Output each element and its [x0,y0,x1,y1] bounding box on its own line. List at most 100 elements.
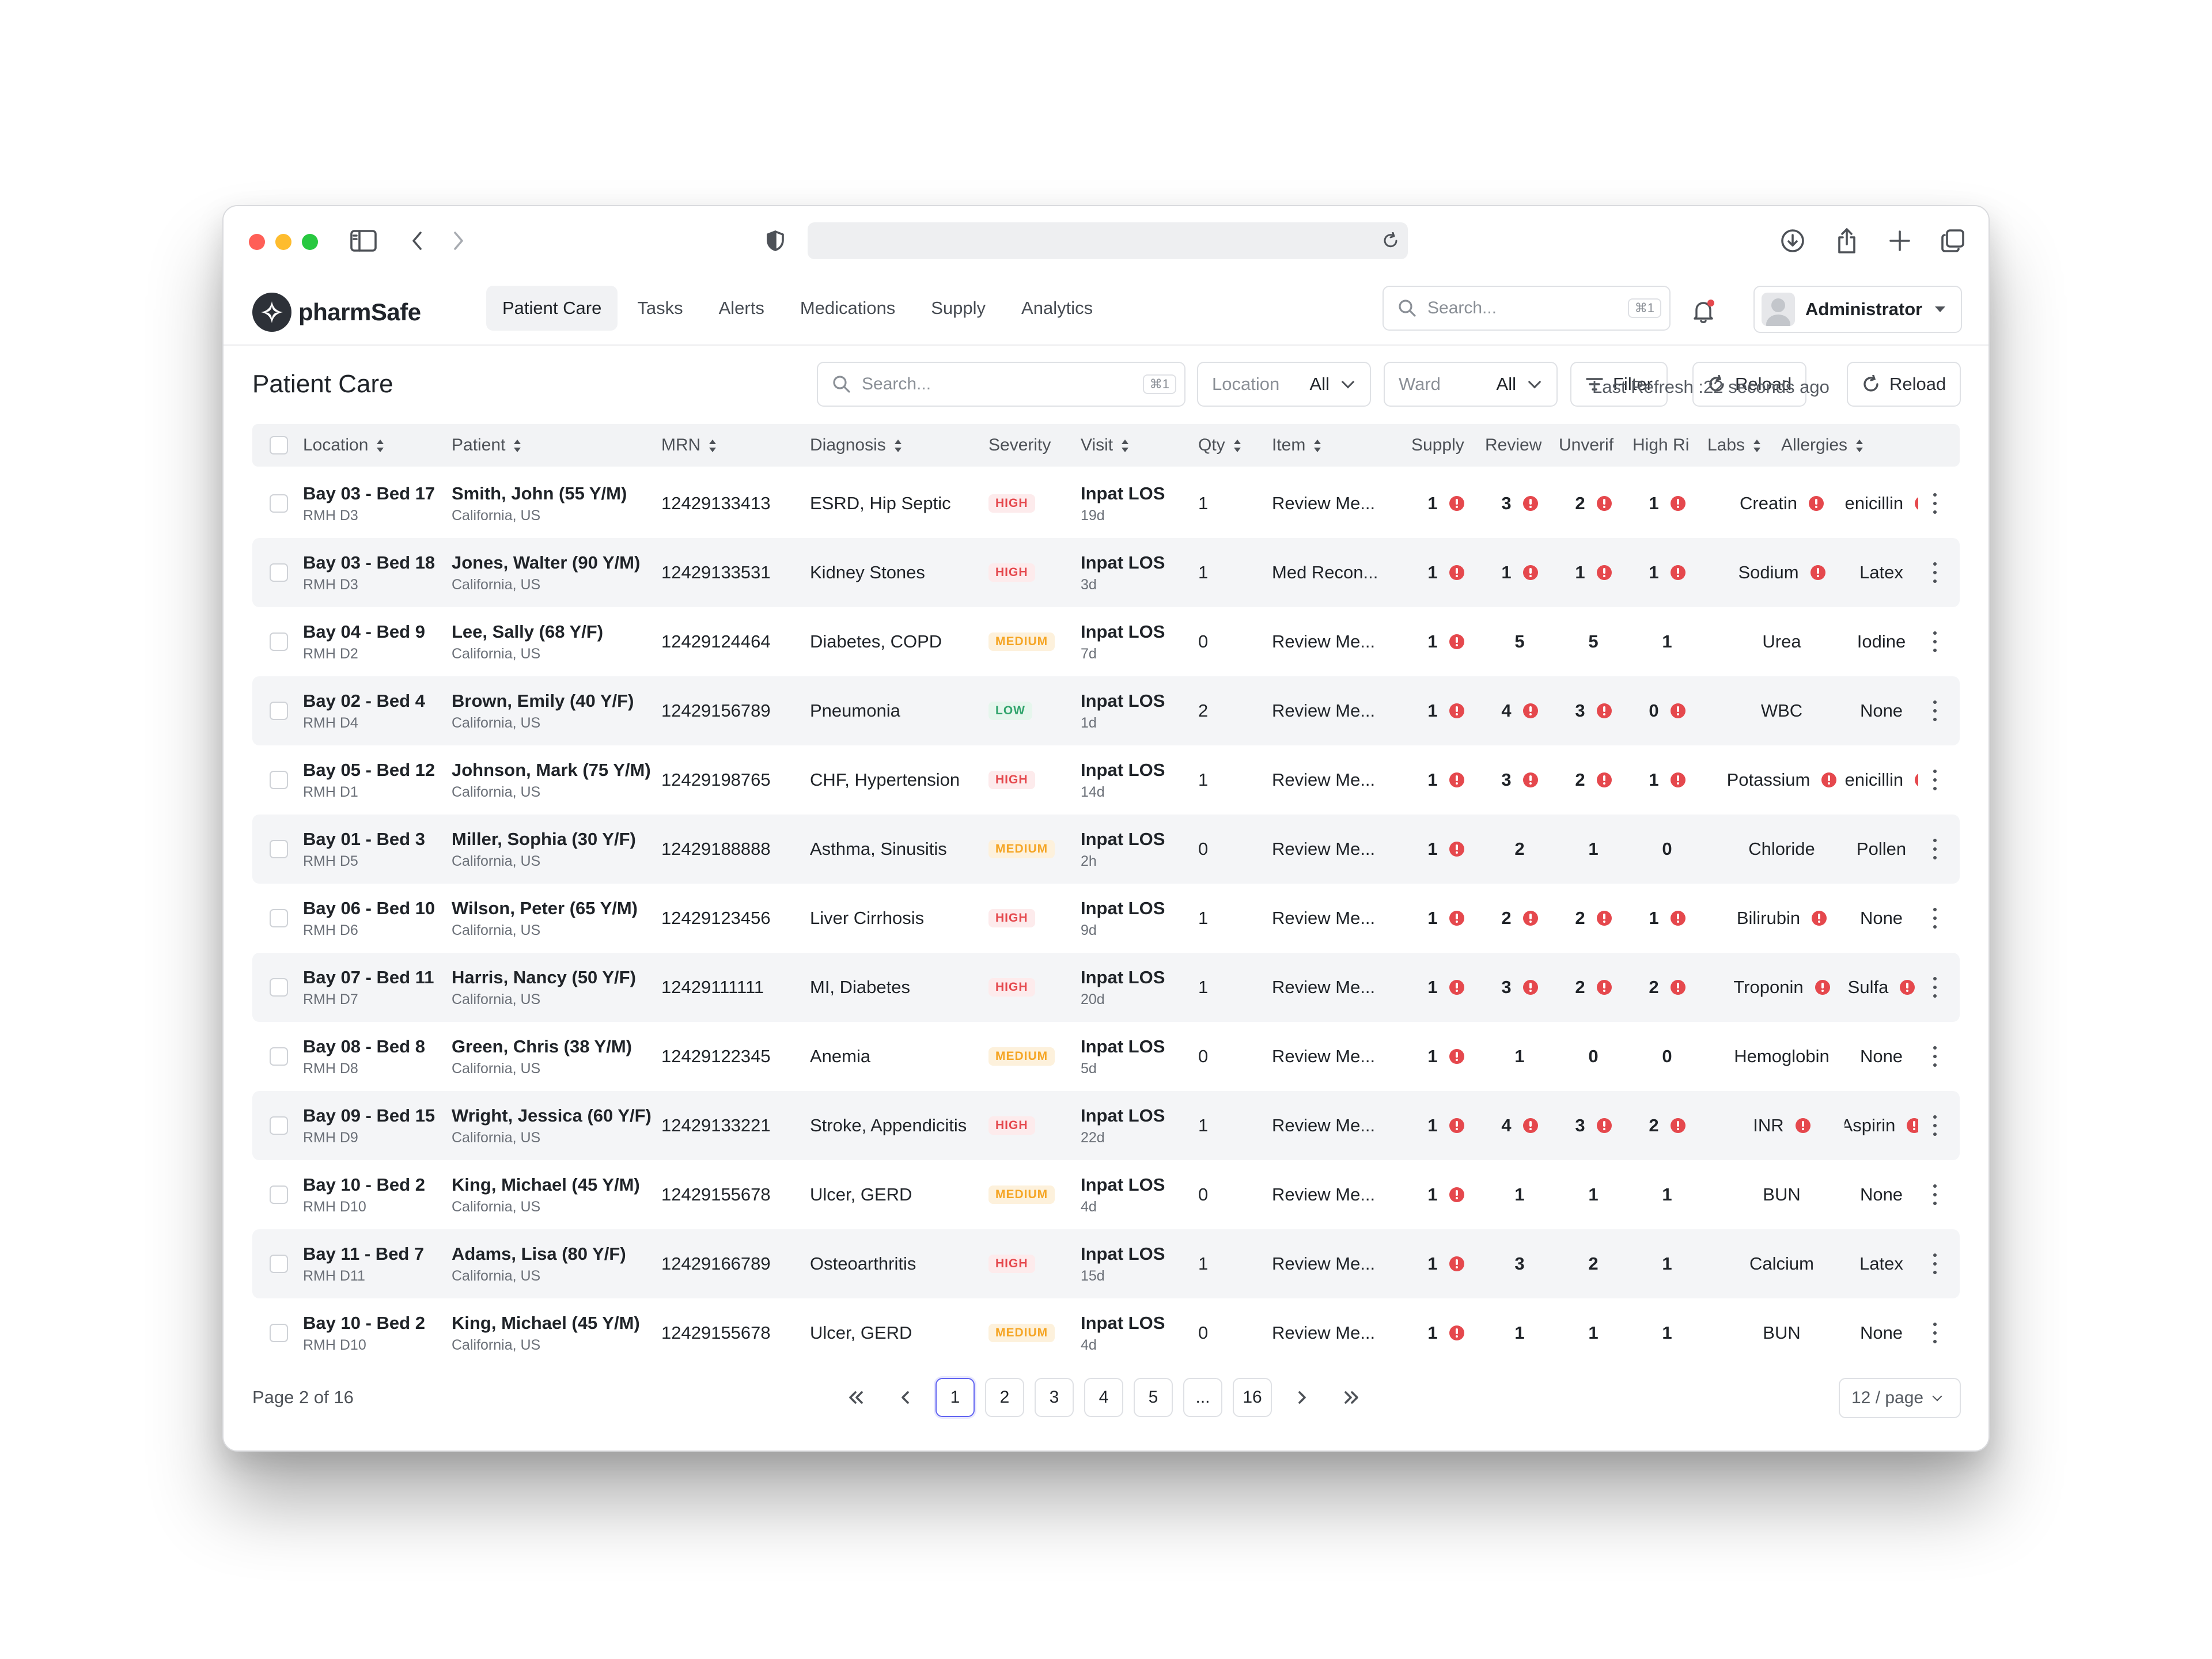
table-row[interactable]: Bay 06 - Bed 10 RMH D6 Wilson, Peter (65 Y… [252,884,1960,953]
page-button-4[interactable]: 4 [1084,1378,1123,1417]
item-cell[interactable]: Review Me... [1272,1091,1404,1160]
tab-analytics[interactable]: Analytics [1005,286,1109,331]
allergies-cell[interactable]: None [1844,1022,1918,1091]
item-cell[interactable]: Med Recon... [1272,538,1404,607]
new-tab-icon[interactable] [1886,227,1914,255]
item-cell[interactable]: Review Me... [1272,1160,1404,1229]
table-row[interactable]: Bay 09 - Bed 15 RMH D9 Wright, Jessica (60… [252,1091,1960,1160]
table-row[interactable]: Bay 10 - Bed 2 RMH D10 King, Michael (45 Y… [252,1160,1960,1229]
close-window-button[interactable] [249,234,265,250]
reload-button-secondary[interactable]: Reload [1847,362,1961,407]
item-cell[interactable]: Review Me... [1272,1229,1404,1298]
high-risk-cell[interactable]: 0 [1633,676,1702,745]
row-checkbox[interactable] [270,840,288,858]
high-risk-cell[interactable]: 1 [1633,607,1702,676]
labs-cell[interactable]: WBC [1721,676,1842,745]
address-bar[interactable] [808,222,1408,259]
item-cell[interactable]: Review Me... [1272,745,1404,815]
review-cell[interactable]: 2 [1485,884,1554,953]
unverified-cell[interactable]: 1 [1559,1298,1628,1368]
next-page-button[interactable] [1282,1378,1321,1417]
high-risk-cell[interactable]: 1 [1633,538,1702,607]
tab-patient-care[interactable]: Patient Care [486,286,618,331]
brand-logo[interactable]: pharmSafe [252,293,421,332]
row-checkbox[interactable] [270,1255,288,1273]
zoom-window-button[interactable] [302,234,318,250]
reload-page-icon[interactable] [1380,230,1401,251]
supply-cell[interactable]: 1 [1411,815,1480,884]
table-search-input[interactable]: Search... ⌘1 [817,362,1185,407]
labs-cell[interactable]: INR [1721,1091,1842,1160]
last-page-button[interactable] [1332,1378,1371,1417]
first-page-button[interactable] [836,1378,876,1417]
supply-cell[interactable]: 1 [1411,1160,1480,1229]
column-mrn[interactable]: MRN [661,424,717,467]
column-allergies[interactable]: Allergies [1781,424,1863,467]
row-checkbox[interactable] [270,771,288,789]
high-risk-cell[interactable]: 1 [1633,884,1702,953]
row-checkbox[interactable] [270,494,288,513]
table-row[interactable]: Bay 10 - Bed 2 RMH D10 King, Michael (45 Y… [252,1298,1960,1368]
column-location[interactable]: Location [303,424,384,467]
review-cell[interactable]: 5 [1485,607,1554,676]
item-cell[interactable]: Review Me... [1272,469,1404,538]
table-row[interactable]: Bay 02 - Bed 4 RMH D4 Brown, Emily (40 Y/F… [252,676,1960,745]
high-risk-cell[interactable]: 1 [1633,469,1702,538]
item-cell[interactable]: Review Me... [1272,884,1404,953]
high-risk-cell[interactable]: 1 [1633,1229,1702,1298]
supply-cell[interactable]: 1 [1411,469,1480,538]
share-icon[interactable] [1833,226,1861,256]
unverified-cell[interactable]: 3 [1559,676,1628,745]
row-checkbox[interactable] [270,563,288,582]
table-row[interactable]: Bay 03 - Bed 17 RMH D3 Smith, John (55 Y/M… [252,469,1960,538]
global-search-input[interactable]: Search... ⌘1 [1382,286,1671,331]
unverified-cell[interactable]: 2 [1559,745,1628,815]
column-diagnosis[interactable]: Diagnosis [810,424,902,467]
column-high-risk[interactable]: High Ri: [1633,424,1690,467]
allergies-cell[interactable]: Aspirin [1844,1091,1918,1160]
column-qty[interactable]: Qty [1198,424,1241,467]
labs-cell[interactable]: Troponin [1721,953,1842,1022]
download-icon[interactable] [1779,227,1806,255]
user-menu[interactable]: Administrator [1753,286,1962,333]
supply-cell[interactable]: 1 [1411,1229,1480,1298]
tab-alerts[interactable]: Alerts [703,286,781,331]
item-cell[interactable]: Review Me... [1272,1298,1404,1368]
notifications-button[interactable] [1689,297,1718,326]
supply-cell[interactable]: 1 [1411,884,1480,953]
labs-cell[interactable]: Bilirubin [1721,884,1842,953]
unverified-cell[interactable]: 5 [1559,607,1628,676]
review-cell[interactable]: 3 [1485,1229,1554,1298]
page-button-3[interactable]: 3 [1035,1378,1074,1417]
page-button-16[interactable]: 16 [1233,1378,1272,1417]
page-size-select[interactable]: 12 / page [1839,1378,1961,1418]
allergies-cell[interactable]: Latex [1844,538,1918,607]
allergies-cell[interactable]: None [1844,676,1918,745]
row-more-menu-icon[interactable] [1926,1184,1944,1205]
row-more-menu-icon[interactable] [1926,839,1944,859]
sidebar-toggle-icon[interactable] [349,228,378,253]
allergies-cell[interactable]: Iodine [1844,607,1918,676]
labs-cell[interactable]: Chloride [1721,815,1842,884]
tab-medications[interactable]: Medications [784,286,911,331]
row-more-menu-icon[interactable] [1926,977,1944,998]
review-cell[interactable]: 1 [1485,538,1554,607]
back-icon[interactable] [406,228,429,253]
table-row[interactable]: Bay 07 - Bed 11 RMH D7 Harris, Nancy (50 Y… [252,953,1960,1022]
item-cell[interactable]: Review Me... [1272,676,1404,745]
column-patient[interactable]: Patient [452,424,521,467]
labs-cell[interactable]: Creatin [1721,469,1842,538]
row-more-menu-icon[interactable] [1926,493,1944,514]
row-more-menu-icon[interactable] [1926,1046,1944,1067]
review-cell[interactable]: 3 [1485,953,1554,1022]
unverified-cell[interactable]: 2 [1559,953,1628,1022]
column-review[interactable]: Review [1485,424,1541,467]
column-severity[interactable]: Severity [988,424,1051,467]
row-more-menu-icon[interactable] [1926,1323,1944,1343]
allergies-cell[interactable]: Latex [1844,1229,1918,1298]
item-cell[interactable]: Review Me... [1272,1022,1404,1091]
unverified-cell[interactable]: 2 [1559,469,1628,538]
high-risk-cell[interactable]: 1 [1633,1160,1702,1229]
review-cell[interactable]: 3 [1485,745,1554,815]
column-labs[interactable]: Labs [1707,424,1761,467]
